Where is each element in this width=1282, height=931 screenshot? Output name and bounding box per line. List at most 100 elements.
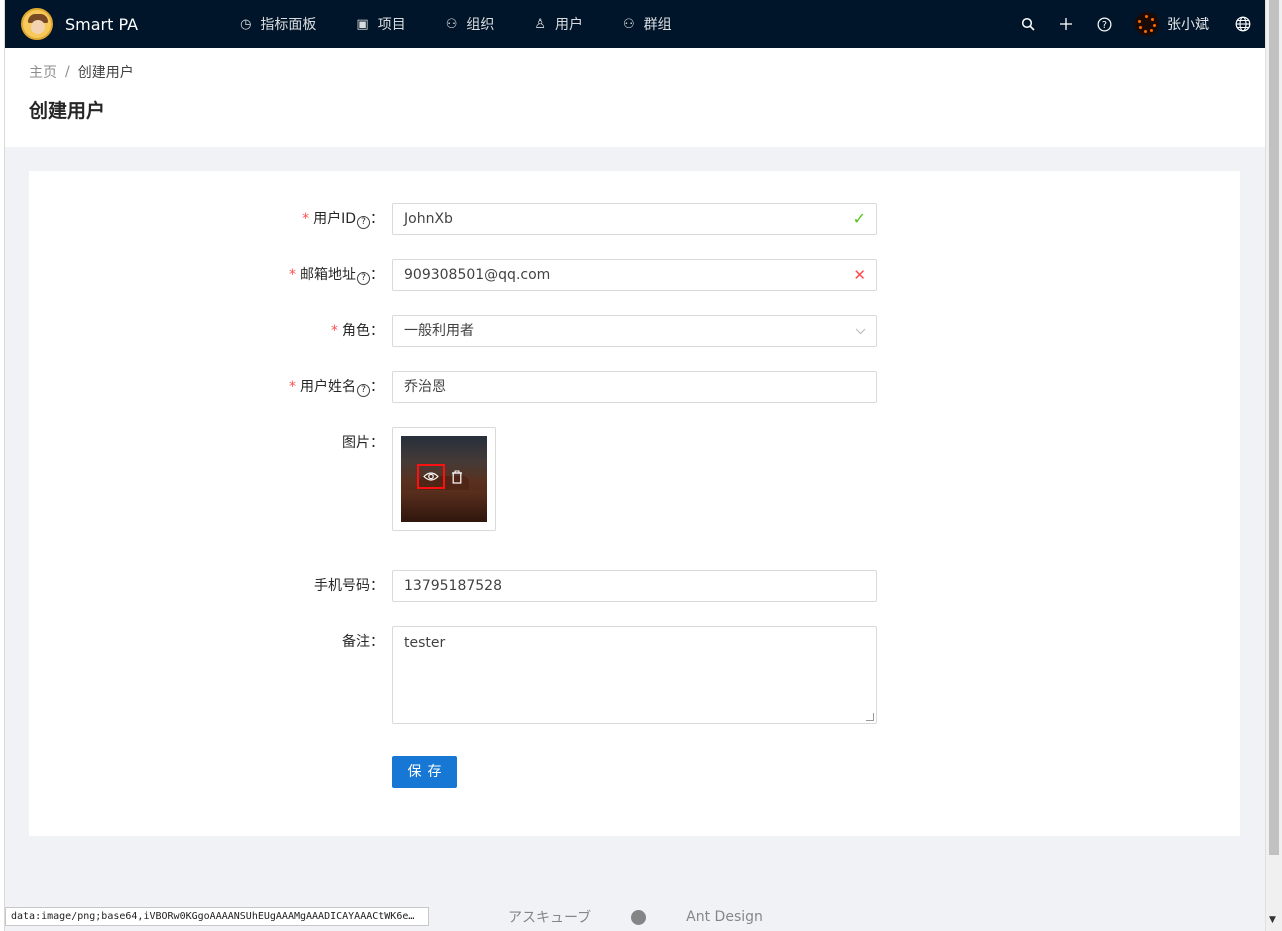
avatar: [1135, 12, 1159, 36]
form-card: * 用户ID?： JohnXb ✓ * 邮箱地址?： 909308501@qq.co…: [29, 171, 1240, 836]
email-label: * 邮箱地址?：: [289, 259, 384, 291]
save-button[interactable]: 保存: [392, 756, 457, 788]
project-icon: ▣: [356, 16, 369, 32]
logo-title: Smart PA: [65, 14, 139, 34]
question-circle-icon[interactable]: ?: [357, 384, 370, 397]
required-mark: *: [289, 379, 296, 395]
footer-link-ant-design[interactable]: Ant Design: [686, 909, 763, 925]
label-colon: ：: [370, 267, 384, 283]
user-icon: ♙: [534, 16, 547, 32]
required-mark: *: [331, 323, 338, 339]
phone-value: 13795187528: [404, 578, 502, 594]
logo-avatar-icon: [21, 8, 53, 40]
help-button[interactable]: ?: [1085, 0, 1123, 48]
role-label: * 角色：: [331, 315, 384, 347]
remark-label: 备注：: [342, 626, 384, 658]
menu-item-project[interactable]: ▣ 项目: [336, 0, 425, 48]
breadcrumb-home[interactable]: 主页: [29, 62, 57, 82]
vertical-scrollbar[interactable]: ▼: [1265, 0, 1282, 931]
user-name-control: 乔治恩: [392, 371, 877, 403]
user-name-value: 乔治恩: [404, 379, 446, 395]
remark-label-text: 备注: [342, 634, 370, 650]
language-button[interactable]: [1221, 0, 1265, 48]
user-name-label: * 用户姓名?：: [289, 371, 384, 403]
group-icon: ⚇: [623, 16, 635, 32]
footer-link-ascube[interactable]: アスキューブ: [508, 907, 591, 927]
role-select[interactable]: 一般利用者: [392, 315, 877, 347]
github-icon[interactable]: [631, 909, 647, 925]
breadcrumb-separator: /: [65, 64, 70, 80]
picture-label-text: 图片: [342, 435, 370, 451]
trash-icon: [452, 470, 462, 484]
logo[interactable]: Smart PA: [21, 8, 138, 40]
menu-item-label: 指标面板: [260, 17, 317, 33]
dashboard-icon: ◷: [240, 16, 252, 32]
delete-button[interactable]: [445, 464, 469, 489]
menu-item-label: 用户: [555, 17, 584, 33]
email-input[interactable]: 909308501@qq.com ✕: [392, 259, 877, 291]
page-title: 创建用户: [29, 100, 106, 122]
question-circle-icon[interactable]: ?: [357, 272, 370, 285]
add-button[interactable]: [1047, 0, 1085, 48]
preview-button[interactable]: [417, 464, 445, 489]
question-circle-icon[interactable]: ?: [357, 216, 370, 229]
user-menu[interactable]: 张小斌: [1123, 0, 1221, 48]
user-id-input[interactable]: JohnXb ✓: [392, 203, 877, 235]
user-name-label-text: 用户姓名: [300, 379, 356, 395]
user-name: 张小斌: [1167, 17, 1209, 33]
question-circle-icon: ?: [1097, 17, 1111, 31]
upload-item: [392, 427, 496, 531]
eye-icon: [423, 472, 439, 481]
breadcrumb: 主页 / 创建用户: [29, 62, 1241, 82]
scroll-down-arrow-icon[interactable]: ▼: [1269, 915, 1276, 925]
svg-text:?: ?: [1102, 19, 1107, 30]
role-value: 一般利用者: [404, 323, 474, 339]
user-name-input[interactable]: 乔治恩: [392, 371, 877, 403]
picture-control: [392, 427, 877, 531]
required-mark: *: [302, 211, 310, 227]
label-colon: ：: [370, 379, 384, 395]
top-header: Smart PA ◷ 指标面板 ▣ 项目 ⚇ 组织 ♙ 用户 ⚇ 群组 ? 张小…: [5, 0, 1265, 48]
search-button[interactable]: [1009, 0, 1047, 48]
phone-input[interactable]: 13795187528: [392, 570, 877, 602]
team-icon: ⚇: [445, 16, 458, 32]
picture-label: 图片：: [342, 427, 384, 459]
label-colon: ：: [370, 634, 384, 650]
user-id-label: * 用户ID?：: [302, 203, 384, 235]
chevron-down-icon: [855, 316, 866, 346]
uploaded-image-thumbnail: [401, 436, 487, 522]
menu-item-label: 群组: [643, 17, 672, 33]
top-menu: ◷ 指标面板 ▣ 项目 ⚇ 组织 ♙ 用户 ⚇ 群组: [220, 0, 692, 48]
search-icon: [1021, 17, 1035, 31]
label-colon: ：: [370, 323, 384, 339]
user-id-label-text: 用户ID: [313, 211, 356, 227]
status-bar-url: data:image/png;base64,iVBORw0KGgoAAAANSU…: [5, 907, 429, 926]
menu-item-group[interactable]: ⚇ 群组: [603, 0, 692, 48]
user-id-control: JohnXb ✓: [392, 203, 877, 235]
menu-item-user[interactable]: ♙ 用户: [514, 0, 603, 48]
required-mark: *: [289, 267, 296, 283]
user-id-value: JohnXb: [404, 211, 453, 227]
email-control: 909308501@qq.com ✕: [392, 259, 877, 291]
role-control: 一般利用者: [392, 315, 877, 347]
scrollbar-thumb[interactable]: [1269, 0, 1279, 855]
phone-label: 手机号码：: [314, 570, 384, 602]
globe-icon: [1235, 16, 1251, 32]
resize-handle-icon[interactable]: [866, 713, 874, 721]
plus-icon: [1060, 18, 1072, 30]
menu-item-label: 组织: [466, 17, 495, 33]
remark-value: tester: [404, 635, 446, 651]
email-value: 909308501@qq.com: [404, 267, 551, 283]
role-label-text: 角色: [342, 323, 370, 339]
email-label-text: 邮箱地址: [300, 267, 356, 283]
remark-textarea[interactable]: tester: [392, 626, 877, 724]
menu-item-dashboard[interactable]: ◷ 指标面板: [220, 0, 336, 48]
menu-item-organization[interactable]: ⚇ 组织: [426, 0, 515, 48]
remark-control: tester: [392, 626, 877, 724]
label-colon: ：: [370, 435, 384, 451]
footer-links: アスキューブ Ant Design: [508, 907, 763, 927]
phone-control: 13795187528: [392, 570, 877, 602]
phone-label-text: 手机号码: [314, 578, 370, 594]
breadcrumb-current: 创建用户: [77, 65, 134, 81]
page-header: 主页 / 创建用户 创建用户: [5, 48, 1265, 147]
